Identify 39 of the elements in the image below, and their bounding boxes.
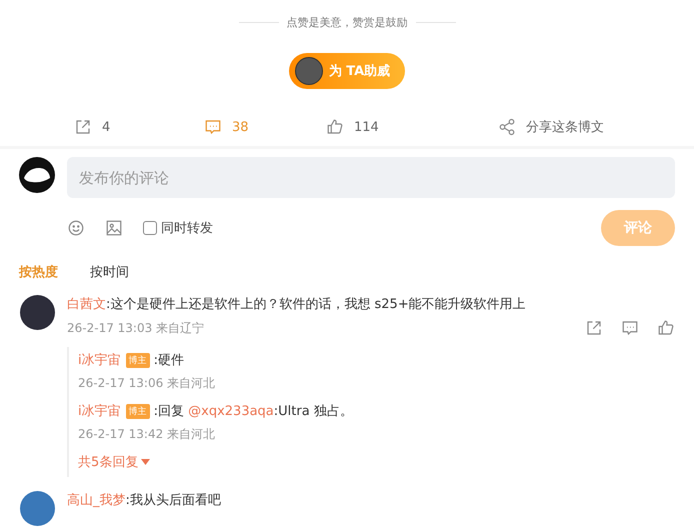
thumbs-up-icon[interactable] (657, 319, 675, 337)
sort-tab[interactable]: 按时间 (90, 263, 129, 281)
mention-link[interactable]: @xqx233aqa (188, 404, 274, 419)
user-name[interactable]: i冰宇宙 (78, 402, 121, 420)
action-item[interactable]: 4 (74, 118, 204, 136)
user-avatar (19, 157, 55, 193)
more-replies-link[interactable]: 共5条回复 (78, 449, 675, 477)
action-item[interactable]: 38 (204, 118, 326, 136)
external-link-icon[interactable] (585, 319, 603, 337)
cheer-button[interactable]: 为 TA助威 (288, 53, 406, 89)
reply-meta: 26-2-17 13:06 来自河北 (78, 375, 216, 392)
action-item[interactable]: 分享这条博文 (498, 118, 694, 136)
reply-text: :硬件 (154, 352, 184, 369)
caret-icon (141, 459, 150, 465)
smiley-icon[interactable] (67, 219, 85, 237)
comment-input-field[interactable]: 发布你的评论 (67, 157, 675, 198)
reply-text: :回复 @xqx233aqa:Ultra 独占。 (154, 403, 353, 420)
author-badge: 博主 (126, 352, 150, 368)
reward-caption: 点赞是美意，赞赏是鼓励 (286, 14, 408, 30)
share-icon[interactable] (498, 118, 516, 136)
comment-icon[interactable] (204, 118, 222, 136)
thumbs-up-icon[interactable] (326, 118, 344, 136)
commenter-avatar (20, 295, 55, 330)
sort-tab[interactable]: 按热度 (19, 263, 58, 281)
reply-meta: 26-2-17 13:42 来自河北 (78, 426, 216, 443)
comment-meta: 26-2-17 13:03 来自辽宁 (67, 320, 204, 336)
repost-checkbox[interactable]: 同时转发 (143, 219, 213, 237)
user-name[interactable]: i冰宇宙 (78, 351, 121, 369)
author-badge: 博主 (126, 404, 150, 418)
user-name[interactable]: 白茜文 (67, 295, 106, 313)
comment-text: :这个是硬件上还是软件上的？软件的话，我想 s25+能不能升级软件用上 (106, 296, 526, 313)
user-name[interactable]: 高山_我梦 (67, 491, 126, 509)
comment-text: :我从头后面看吧 (126, 492, 221, 509)
commenter-avatar (20, 491, 55, 526)
external-link-icon[interactable] (74, 118, 92, 136)
action-item[interactable]: 114 (326, 118, 498, 136)
comment-icon[interactable] (621, 319, 639, 337)
image-icon[interactable] (105, 219, 123, 237)
avatar-icon (294, 57, 323, 85)
